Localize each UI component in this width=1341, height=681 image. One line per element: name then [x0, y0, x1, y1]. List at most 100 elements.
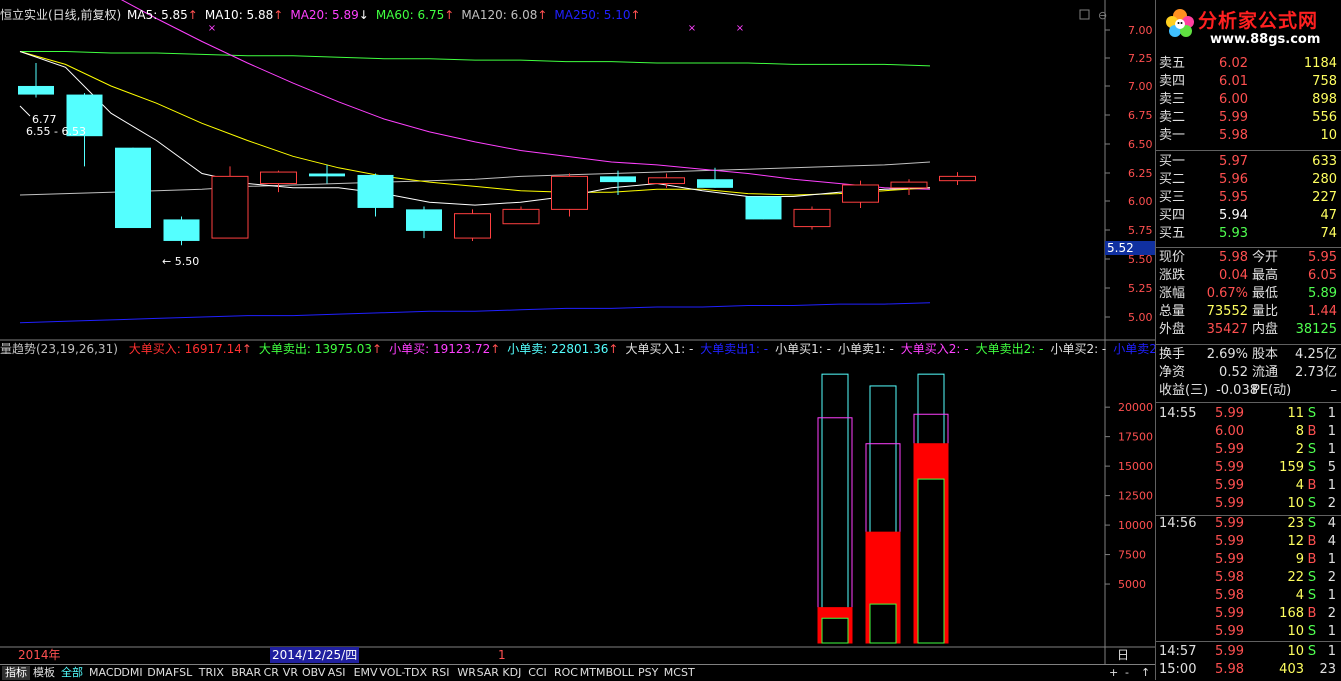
scroll-up-button[interactable]: ↑	[1138, 666, 1153, 680]
tick-direction: S	[1307, 570, 1317, 585]
indicator-legend-item: 大单卖出: 13975.03↑	[258, 342, 383, 356]
small-sell-bar	[821, 373, 849, 644]
candle-body	[890, 181, 928, 189]
candle-body	[551, 175, 588, 210]
tab-fsl[interactable]: FSL	[170, 666, 195, 680]
tick-volume: 4	[1295, 588, 1304, 603]
candle-body	[793, 208, 831, 228]
price-tick-label: 7.00	[1128, 24, 1153, 37]
bid-volume: 280	[1312, 172, 1337, 187]
tick-volume: 10	[1287, 624, 1304, 639]
quote-panel: 分析家公式网 www.88gs.com 卖五 6.02 1184 卖四 6.01 758 卖…	[1155, 0, 1341, 680]
candle-body	[163, 219, 200, 241]
tick-row: 5.98 4 S 1	[1158, 587, 1340, 605]
tick-direction: S	[1307, 516, 1317, 531]
tick-count: 2	[1327, 570, 1336, 585]
tab-全部[interactable]: 全部	[58, 666, 86, 680]
tick-count: 1	[1327, 442, 1336, 457]
tab-cci[interactable]: CCI	[525, 666, 550, 680]
ask-label: 卖二	[1159, 110, 1186, 125]
indicator-title: 量趋势(23,19,26,31)	[0, 342, 118, 356]
stat-row: 涨幅 0.67% 最低 5.89	[1158, 285, 1340, 303]
tick-row: 5.99 4 B 1	[1158, 477, 1340, 495]
tab-brar[interactable]: BRAR	[228, 666, 264, 680]
tab-sar[interactable]: SAR	[474, 666, 502, 680]
tab-cr[interactable]: CR	[261, 666, 282, 680]
ask-volume: 758	[1312, 74, 1337, 89]
tab-指标[interactable]: 指标	[2, 666, 30, 680]
logo-text: 分析家公式网	[1198, 10, 1319, 32]
stat-value: 6.05	[1308, 268, 1337, 283]
tick-row: 14:55 5.99 11 S 1	[1158, 405, 1340, 423]
tab-vol-tdx[interactable]: VOL-TDX	[376, 666, 430, 680]
stat-label: 今开	[1252, 250, 1279, 265]
ask-label: 卖四	[1159, 74, 1186, 89]
bid-price: 5.95	[1219, 190, 1248, 205]
tick-count: 5	[1327, 460, 1336, 475]
indicator-legend-item: 小单买1: -	[775, 342, 831, 356]
trend-arrow-icon: ↓	[358, 8, 369, 22]
stat-label: 量比	[1252, 304, 1279, 319]
stat-label: 收益(三)	[1159, 383, 1209, 398]
indicator-tick-label: 10000	[1118, 519, 1153, 532]
tab-mcst[interactable]: MCST	[661, 666, 698, 680]
bid-label: 买一	[1159, 154, 1186, 169]
tick-count: 2	[1327, 606, 1336, 621]
tick-row: 5.98 22 S 2	[1158, 569, 1340, 587]
low-annotation: ← 5.50	[162, 255, 199, 268]
indicator-legend-item: 大单买入: 16917.14↑	[128, 342, 252, 356]
stat-value: 0.52	[1219, 365, 1248, 380]
indicator-legend-item: 小单卖1: -	[837, 342, 894, 356]
tick-price: 6.00	[1215, 424, 1244, 439]
candle-body	[842, 184, 879, 203]
ask-label: 卖五	[1159, 56, 1186, 71]
tick-price: 5.99	[1215, 406, 1244, 421]
date-bar: 2014年 2014/12/25/四 1 日线	[0, 647, 1129, 678]
price-tick-label: 6.50	[1128, 138, 1153, 151]
tick-row: 14:57 5.99 10 S 1	[1158, 643, 1340, 661]
bid-price: 5.96	[1219, 172, 1248, 187]
tab-kdj[interactable]: KDJ	[499, 666, 524, 680]
ask-row: 卖四 6.01 758	[1158, 73, 1340, 91]
cursor-date: 2014/12/25/四	[270, 647, 360, 663]
bid-label: 买二	[1159, 172, 1186, 187]
zoom-in-button[interactable]: +	[1106, 666, 1121, 680]
tick-volume: 11	[1287, 406, 1304, 421]
tab-rsi[interactable]: RSI	[429, 666, 453, 680]
zoom-icon[interactable]	[1079, 9, 1090, 20]
ma-legend-item: MA20: 5.89↓	[290, 8, 369, 22]
indicator-tick-label: 20000	[1118, 401, 1153, 414]
tab-dmi[interactable]: DMI	[118, 666, 145, 680]
tick-time: 15:00	[1159, 662, 1197, 677]
tick-volume: 4	[1295, 478, 1304, 493]
ask-price: 6.01	[1219, 74, 1248, 89]
tab-trix[interactable]: TRIX	[196, 666, 227, 680]
trend-arrow-icon: ↑	[444, 8, 455, 22]
stat-label: 涨幅	[1159, 286, 1186, 301]
zoom-out-button[interactable]: -	[1122, 666, 1132, 680]
price-tick-label: 7.25	[1128, 52, 1153, 65]
tick-direction: S	[1307, 588, 1317, 603]
ma-legend-item: MA10: 5.88↑	[204, 8, 284, 22]
tick-row: 5.99 10 S 2	[1158, 495, 1340, 513]
tab-boll[interactable]: BOLL	[603, 666, 637, 680]
tab-psy[interactable]: PSY	[635, 666, 661, 680]
candle-body	[697, 179, 733, 188]
tab-模板[interactable]: 模板	[30, 666, 58, 680]
bid-price: 5.97	[1219, 154, 1248, 169]
divider	[1156, 402, 1341, 403]
stat-value: 35427	[1206, 322, 1248, 337]
indicator-tick-label: 7500	[1118, 549, 1146, 562]
bid-price: 5.94	[1219, 208, 1248, 223]
tab-vr[interactable]: VR	[280, 666, 301, 680]
chart-canvas[interactable]: 7.007.257.006.756.506.256.005.755.505.25…	[0, 0, 1341, 680]
ask-price: 6.00	[1219, 92, 1248, 107]
tick-count: 23	[1319, 662, 1336, 677]
indicator-tick-label: 15000	[1118, 460, 1153, 473]
tab-asi[interactable]: ASI	[325, 666, 349, 680]
logo-url[interactable]: www.88gs.com	[1210, 32, 1320, 47]
tick-direction: S	[1307, 496, 1317, 511]
stat-label: 最高	[1252, 268, 1279, 283]
ma120-line	[19, 161, 931, 196]
candle-body	[115, 147, 151, 229]
